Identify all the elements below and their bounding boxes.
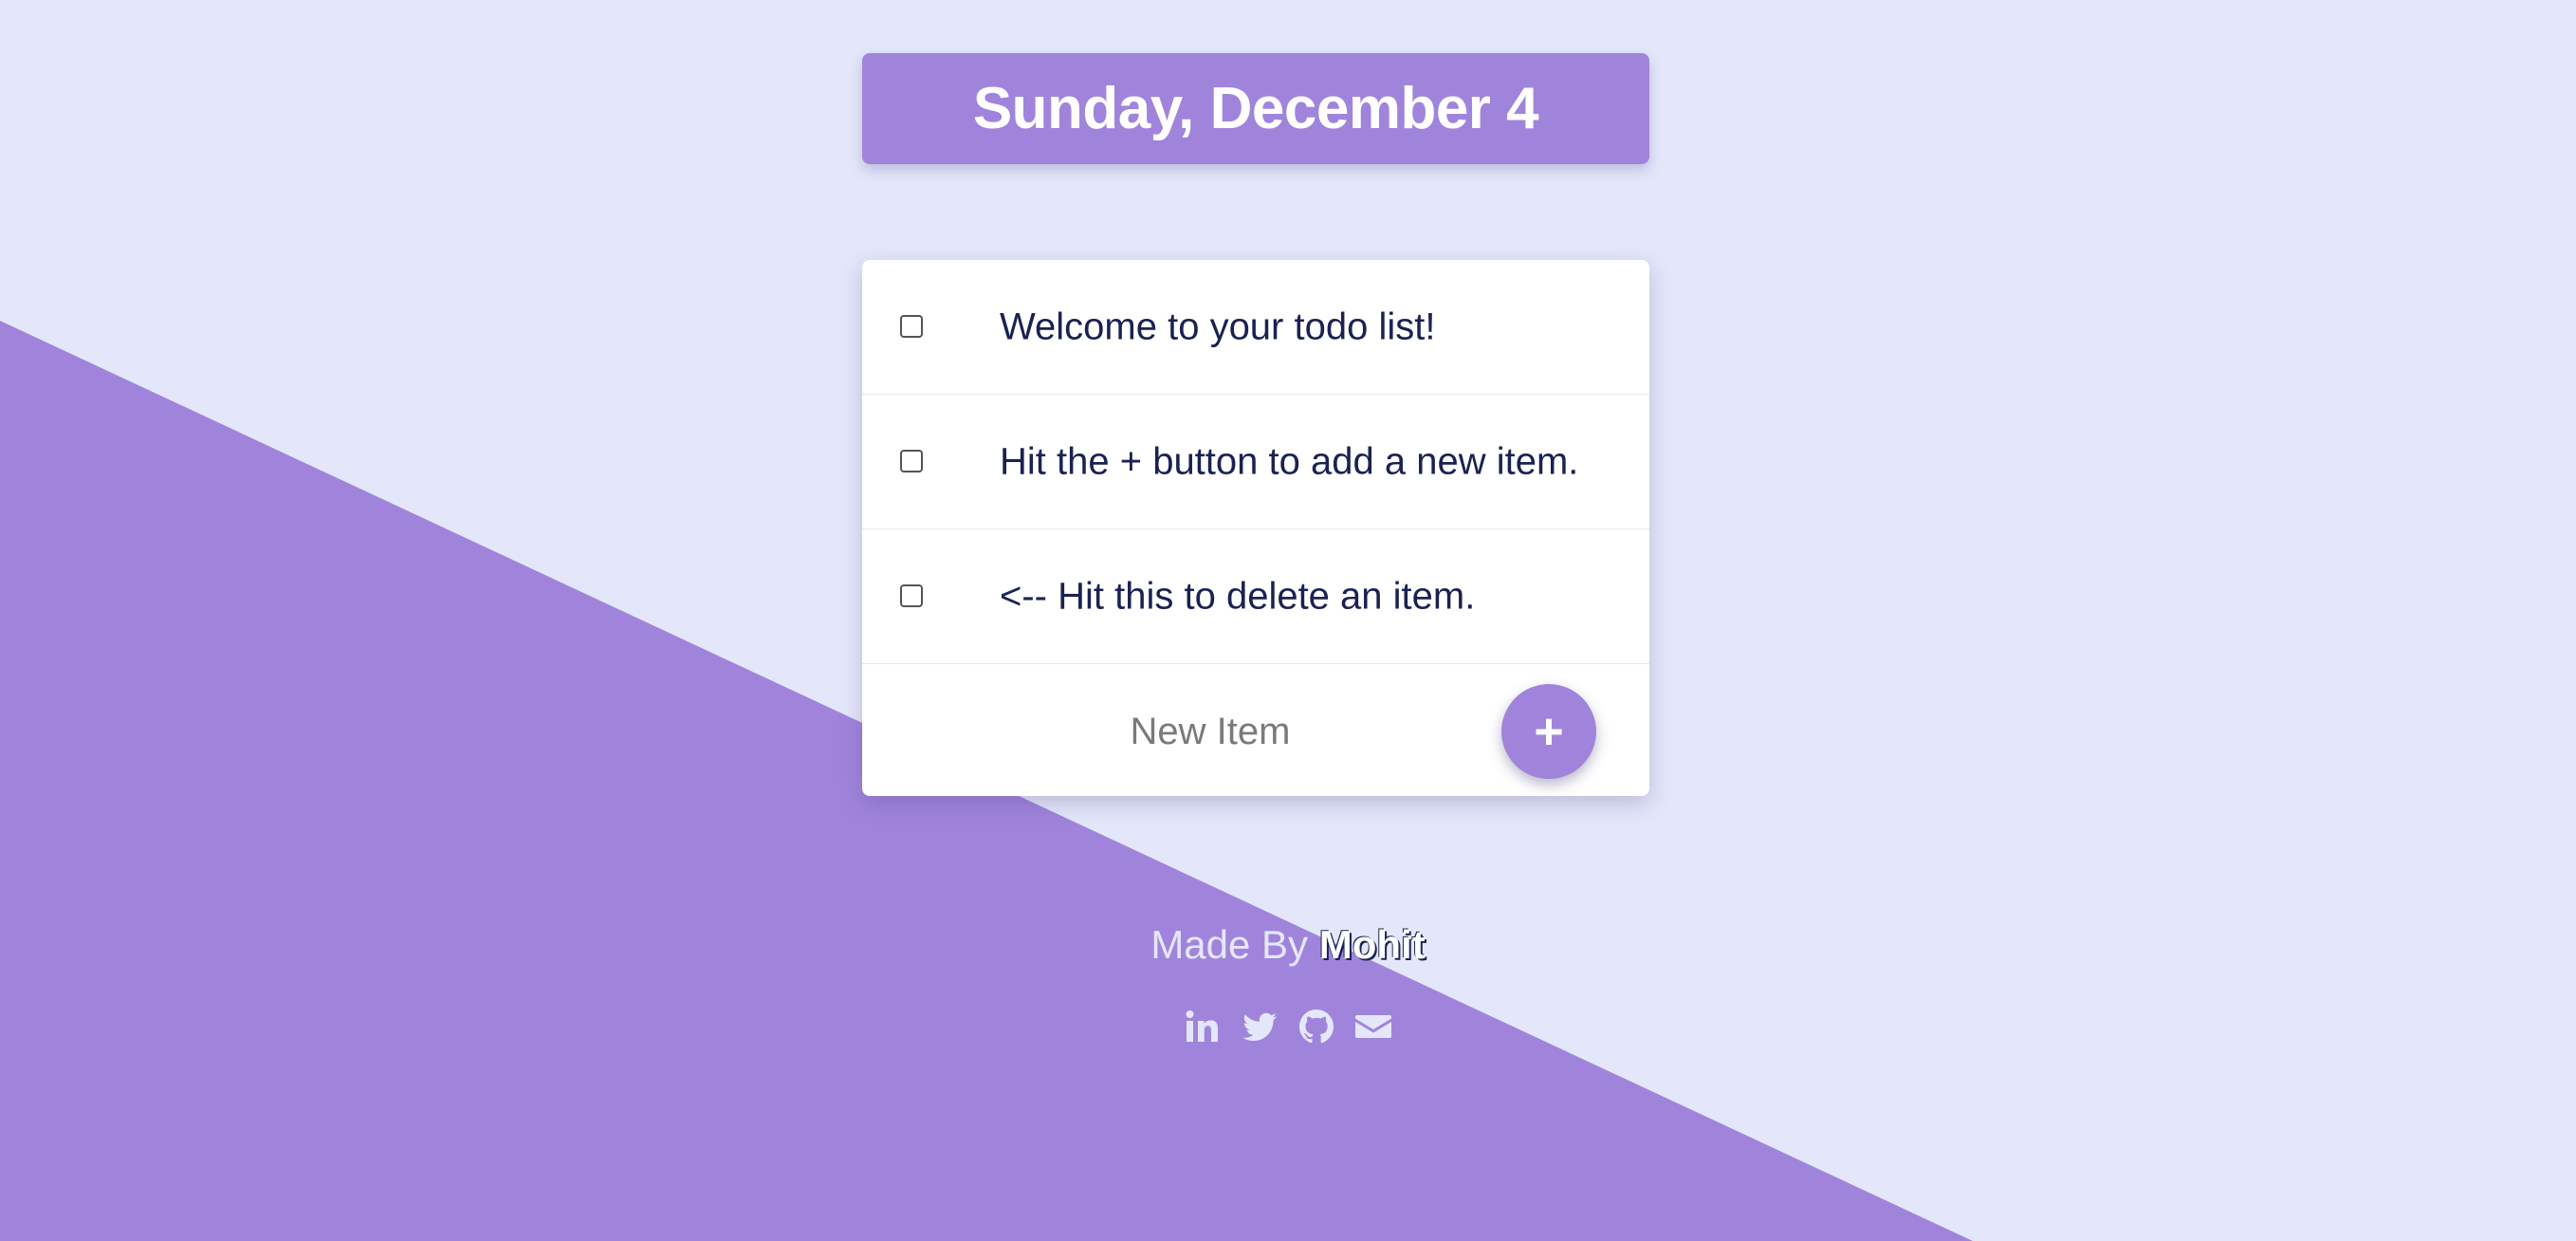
social-links [0, 1008, 2576, 1046]
author-link[interactable]: Mohit [1319, 922, 1426, 967]
add-item-button[interactable]: + [1501, 684, 1596, 779]
todo-item: <-- Hit this to delete an item. [862, 529, 1649, 664]
todo-item-text: Welcome to your todo list! [1000, 306, 1436, 347]
email-icon[interactable] [1354, 1008, 1392, 1046]
new-item-form: + [862, 664, 1649, 796]
linkedin-icon[interactable] [1184, 1008, 1222, 1046]
new-item-input[interactable] [1000, 702, 1421, 761]
todo-checkbox[interactable] [900, 450, 923, 472]
todo-item-text: <-- Hit this to delete an item. [1000, 575, 1476, 617]
todo-list-card: Welcome to your todo list! Hit the + but… [862, 260, 1649, 796]
todo-item: Hit the + button to add a new item. [862, 395, 1649, 529]
footer: Made By Mohit [0, 922, 2576, 968]
github-icon[interactable] [1297, 1008, 1335, 1046]
date-header: Sunday, December 4 [862, 53, 1649, 164]
date-heading: Sunday, December 4 [972, 76, 1539, 141]
made-by-label: Made By [1150, 922, 1309, 967]
todo-checkbox[interactable] [900, 584, 923, 607]
twitter-icon[interactable] [1241, 1008, 1279, 1046]
todo-item: Welcome to your todo list! [862, 260, 1649, 395]
todo-item-text: Hit the + button to add a new item. [1000, 440, 1579, 482]
todo-checkbox[interactable] [900, 315, 923, 338]
made-by-text: Made By Mohit [1150, 922, 1425, 967]
